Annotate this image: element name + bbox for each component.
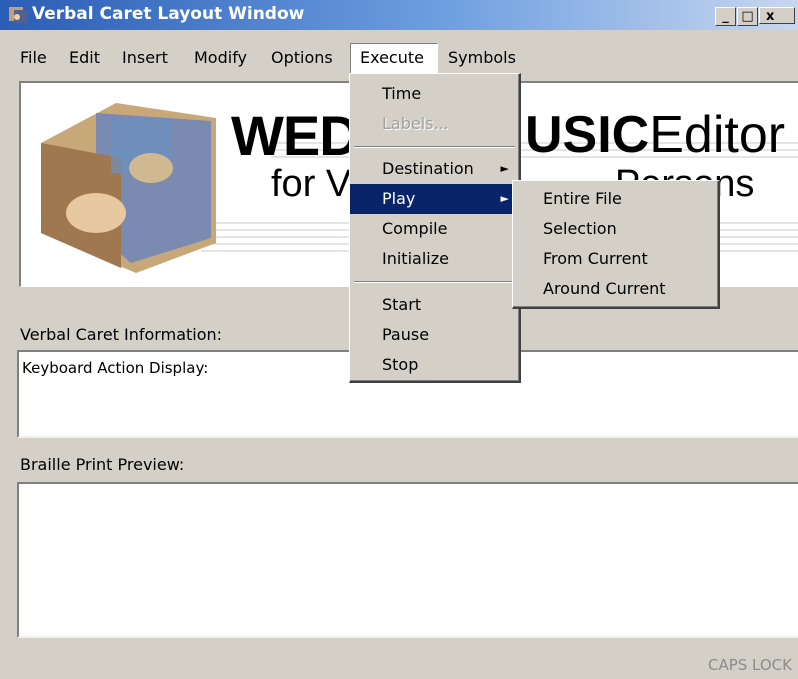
minimize-button[interactable]: _ <box>715 7 736 26</box>
keyboard-action-label: Keyboard Action Display: <box>22 359 209 377</box>
maximize-button[interactable]: □ <box>737 7 758 26</box>
app-icon <box>9 7 28 23</box>
execute-menu: Time Labels... Destination ► Play ► Compil… <box>349 73 521 383</box>
menu-item-destination[interactable]: Destination ► <box>350 154 519 184</box>
verbal-caret-label: Verbal Caret Information: <box>20 325 223 344</box>
menu-item-play[interactable]: Play ► <box>350 184 519 214</box>
submenu-arrow-icon: ► <box>500 192 509 205</box>
braille-preview-label: Braille Print Preview: <box>20 455 185 474</box>
menu-item-initialize[interactable]: Initialize <box>350 244 519 274</box>
submenu-item-entire-file[interactable]: Entire File <box>513 184 718 214</box>
menu-modify[interactable]: Modify <box>194 48 247 67</box>
submenu-arrow-icon: ► <box>500 162 509 175</box>
caps-lock-indicator: CAPS LOCK <box>707 656 792 674</box>
submenu-item-selection[interactable]: Selection <box>513 214 718 244</box>
destination-label: Destination <box>382 159 474 178</box>
window-title: Verbal Caret Layout Window <box>32 4 305 24</box>
menu-item-labels[interactable]: Labels... <box>350 109 519 139</box>
menu-separator <box>354 146 515 148</box>
menu-execute[interactable]: Execute <box>360 48 424 67</box>
menu-item-start[interactable]: Start <box>350 290 519 320</box>
close-button[interactable]: x <box>759 7 795 24</box>
submenu-item-around-current[interactable]: Around Current <box>513 274 718 304</box>
banner-title-right: USICEditor <box>525 105 785 165</box>
menu-item-time[interactable]: Time <box>350 79 519 109</box>
menu-symbols[interactable]: Symbols <box>448 48 516 67</box>
menu-file[interactable]: File <box>20 48 47 67</box>
menu-insert[interactable]: Insert <box>122 48 168 67</box>
banner-subtitle-left: for V <box>271 163 352 205</box>
submenu-item-from-current[interactable]: From Current <box>513 244 718 274</box>
menu-separator <box>354 281 515 283</box>
banner-title-light: Editor <box>649 106 786 164</box>
menu-options[interactable]: Options <box>271 48 333 67</box>
play-submenu: Entire File Selection From Current Aroun… <box>512 180 720 309</box>
menu-item-stop[interactable]: Stop <box>350 350 519 380</box>
menu-item-compile[interactable]: Compile <box>350 214 519 244</box>
braille-preview-area[interactable] <box>17 482 798 638</box>
play-label: Play <box>382 189 416 208</box>
menu-item-pause[interactable]: Pause <box>350 320 519 350</box>
menu-edit[interactable]: Edit <box>69 48 100 67</box>
banner-title-left: WED <box>231 104 360 167</box>
banner-title-bold: USIC <box>525 106 650 164</box>
